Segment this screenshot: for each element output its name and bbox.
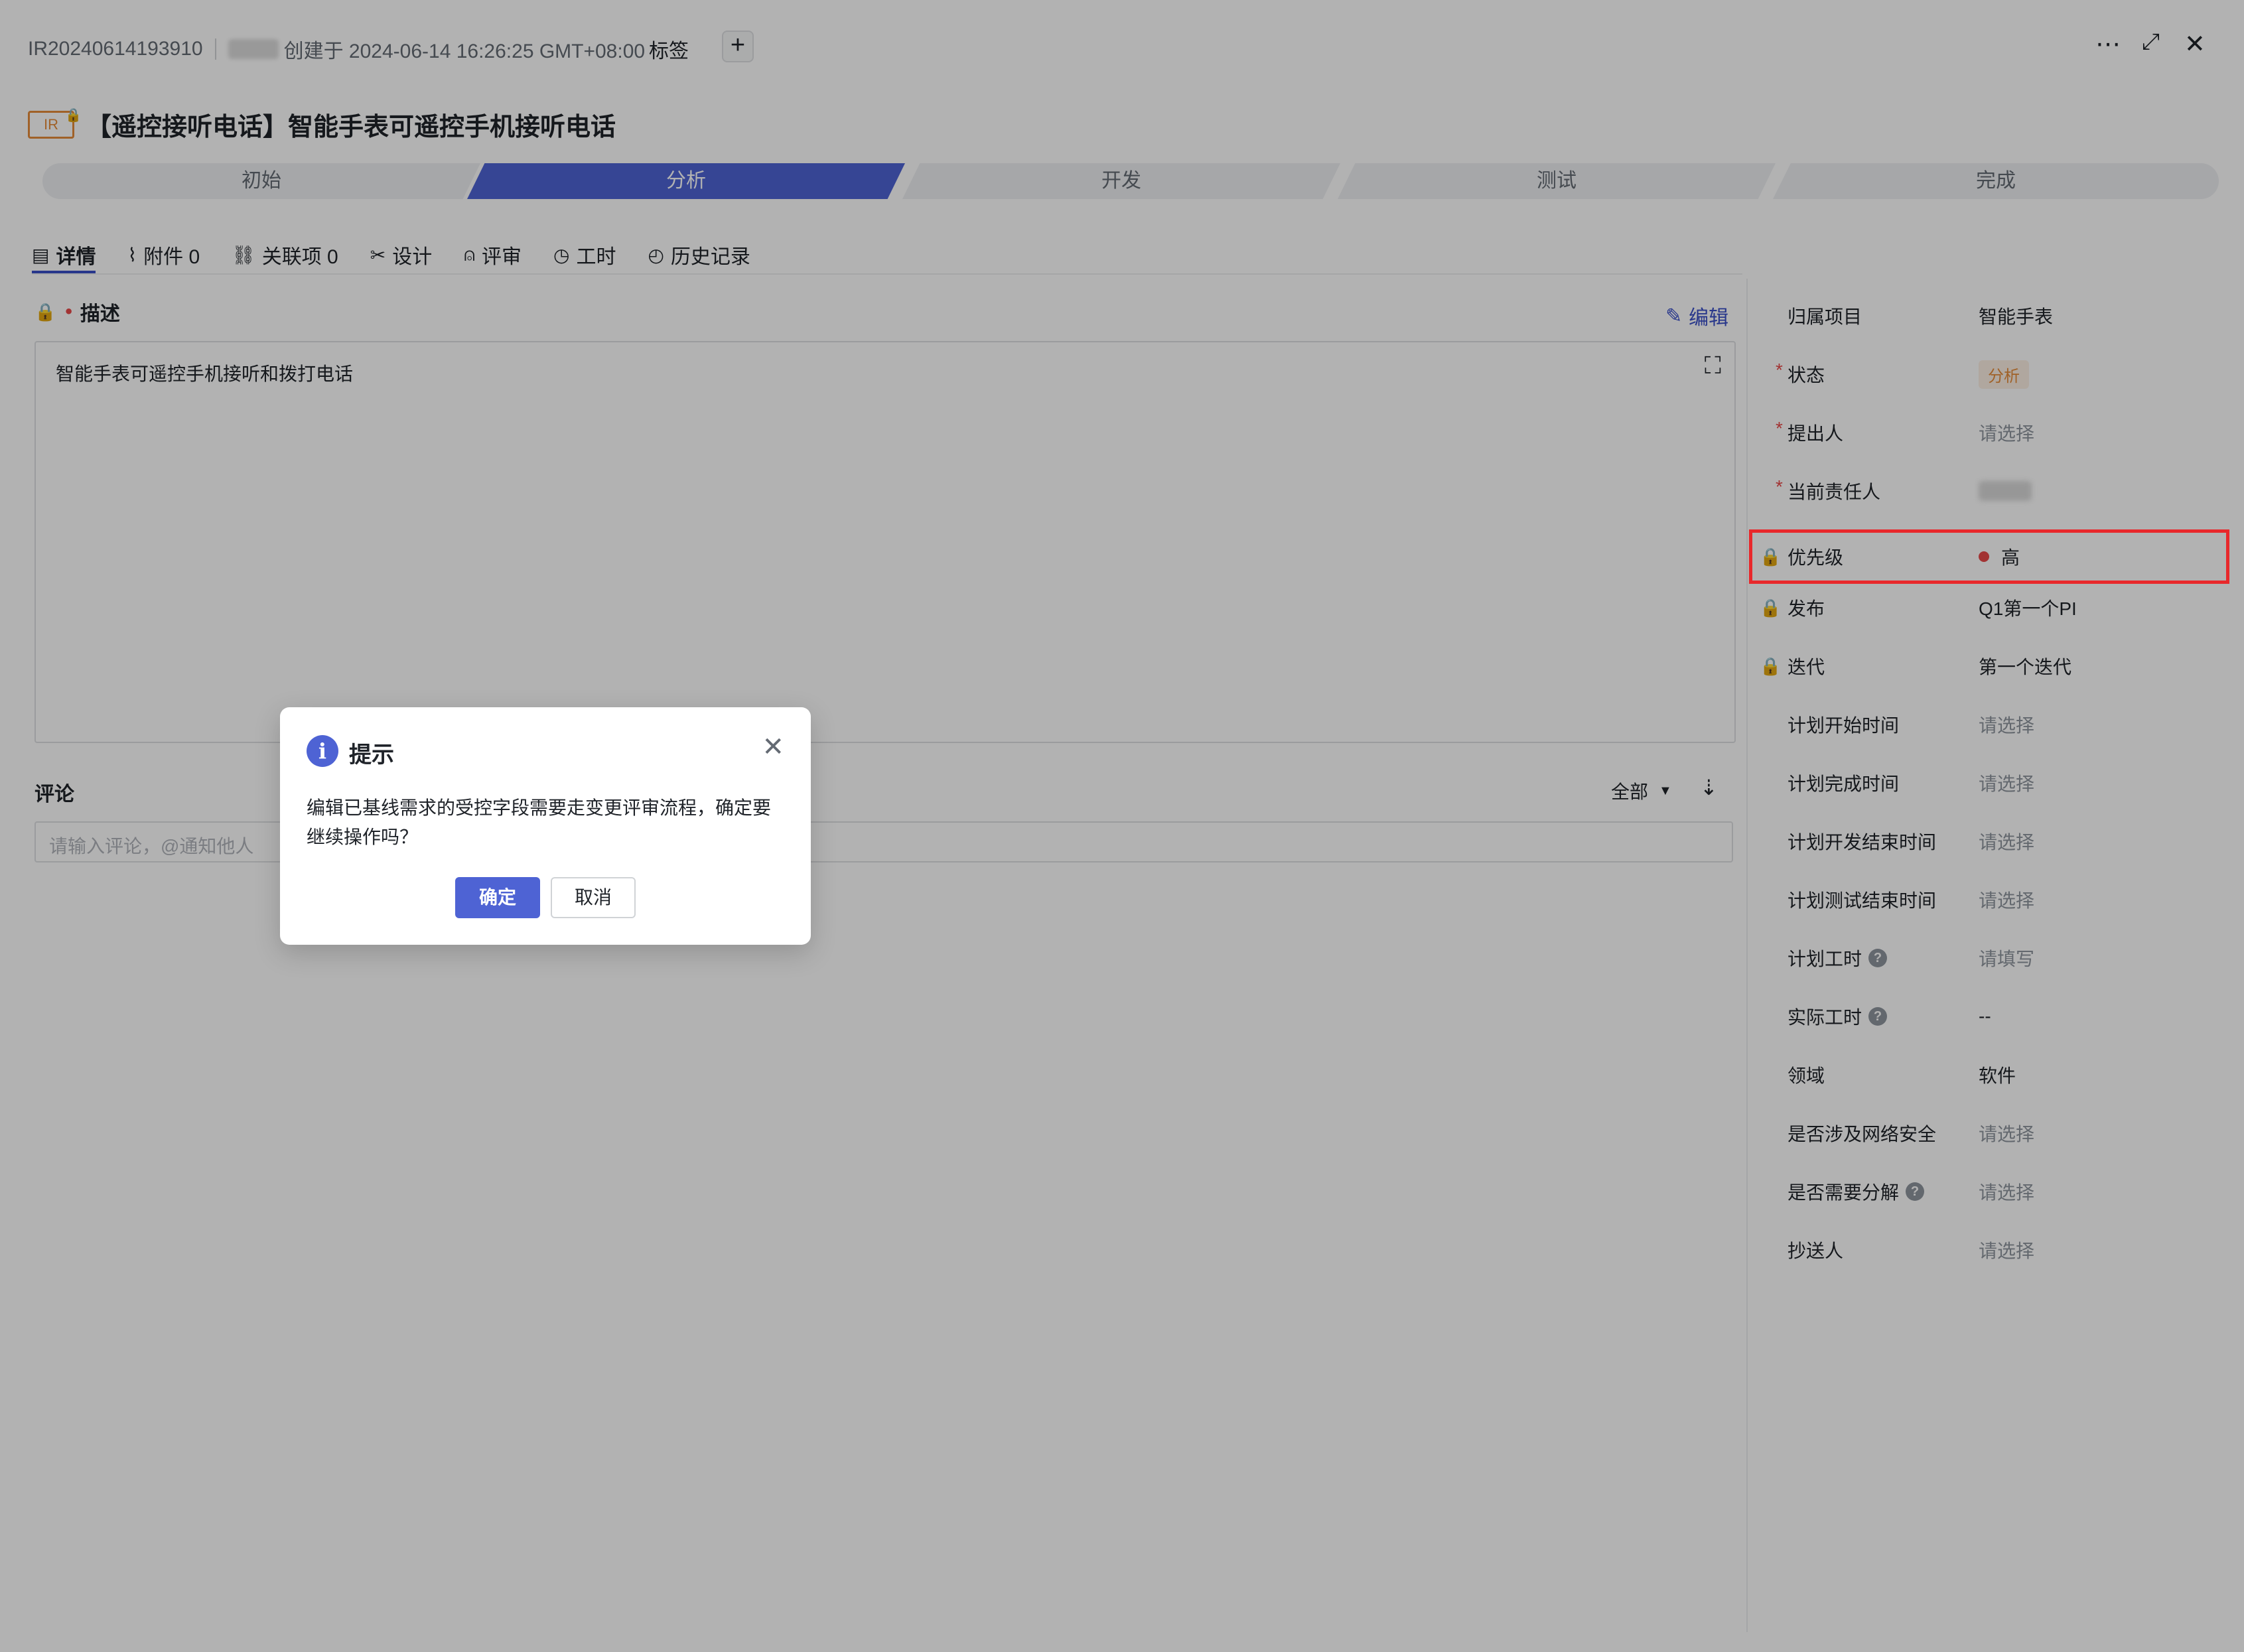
cancel-button[interactable]: 取消 [551,877,636,918]
info-icon: i [307,735,338,767]
priority-highlight-box [1749,529,2229,584]
dialog-message: 编辑已基线需求的受控字段需要走变更评审流程，确定要继续操作吗？ [307,797,772,847]
close-icon[interactable]: ✕ [762,734,784,760]
confirm-button[interactable]: 确定 [455,877,540,918]
confirm-dialog: i 提示 ✕ 编辑已基线需求的受控字段需要走变更评审流程，确定要继续操作吗？ 确… [280,707,811,945]
dialog-title: 提示 [349,742,394,768]
